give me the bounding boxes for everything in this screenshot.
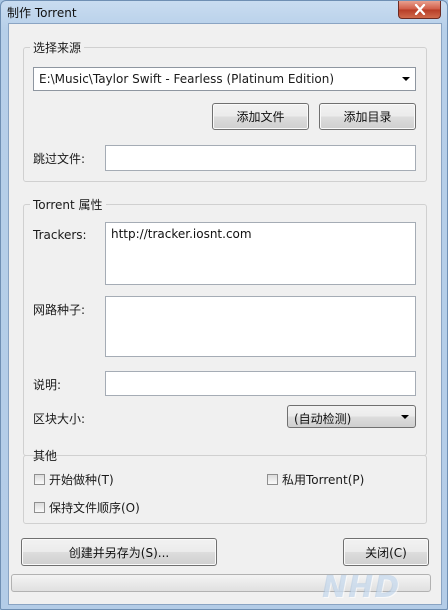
private-torrent-checkbox[interactable]: 私用Torrent(P) bbox=[267, 471, 364, 488]
web-seeds-label: 网路种子: bbox=[33, 303, 86, 317]
create-and-save-button[interactable]: 创建并另存为(S)... bbox=[21, 538, 217, 566]
private-torrent-label: 私用Torrent(P) bbox=[282, 473, 365, 487]
source-path-dropdown[interactable]: E:\Music\Taylor Swift - Fearless (Platin… bbox=[33, 67, 416, 91]
trackers-textarea[interactable]: http://tracker.iosnt.com bbox=[105, 222, 416, 285]
dialog-client-area: 选择来源 E:\Music\Taylor Swift - Fearless (P… bbox=[8, 23, 442, 605]
preserve-order-checkbox[interactable]: 保持文件顺序(O) bbox=[34, 499, 140, 516]
skip-files-label: 跳过文件: bbox=[33, 152, 86, 166]
preserve-order-box[interactable] bbox=[34, 502, 45, 513]
private-torrent-box[interactable] bbox=[267, 474, 278, 485]
source-group-label: 选择来源 bbox=[33, 41, 82, 55]
source-path-value: E:\Music\Taylor Swift - Fearless (Platin… bbox=[39, 72, 335, 86]
torrent-properties-label: Torrent 属性 bbox=[33, 198, 103, 212]
trackers-label: Trackers: bbox=[33, 228, 87, 242]
comment-label: 说明: bbox=[33, 378, 62, 392]
start-seeding-label: 开始做种(T) bbox=[49, 473, 114, 487]
comment-input[interactable] bbox=[105, 371, 416, 396]
window-close-button[interactable] bbox=[398, 1, 441, 19]
piece-size-label: 区块大小: bbox=[33, 412, 86, 426]
web-seeds-textarea[interactable] bbox=[105, 296, 416, 357]
close-icon bbox=[414, 4, 425, 15]
add-file-button[interactable]: 添加文件 bbox=[212, 103, 309, 130]
piece-size-value: (自动检测) bbox=[294, 412, 352, 426]
add-directory-button[interactable]: 添加目录 bbox=[319, 103, 416, 130]
watermark-logo: NHD bbox=[322, 570, 401, 605]
close-button[interactable]: 关闭(C) bbox=[343, 538, 429, 566]
create-torrent-window: 制作 Torrent 选择来源 E:\Music\Taylor Swift - … bbox=[0, 0, 448, 610]
start-seeding-checkbox[interactable]: 开始做种(T) bbox=[34, 471, 114, 488]
skip-files-input[interactable] bbox=[105, 145, 416, 171]
window-title: 制作 Torrent bbox=[7, 6, 77, 20]
chevron-down-icon bbox=[401, 415, 409, 419]
other-group-label: 其他 bbox=[33, 449, 58, 463]
preserve-order-label: 保持文件顺序(O) bbox=[49, 501, 140, 515]
title-bar[interactable]: 制作 Torrent bbox=[1, 1, 447, 23]
start-seeding-box[interactable] bbox=[34, 474, 45, 485]
chevron-down-icon bbox=[402, 77, 410, 81]
piece-size-dropdown[interactable]: (自动检测) bbox=[287, 405, 416, 428]
